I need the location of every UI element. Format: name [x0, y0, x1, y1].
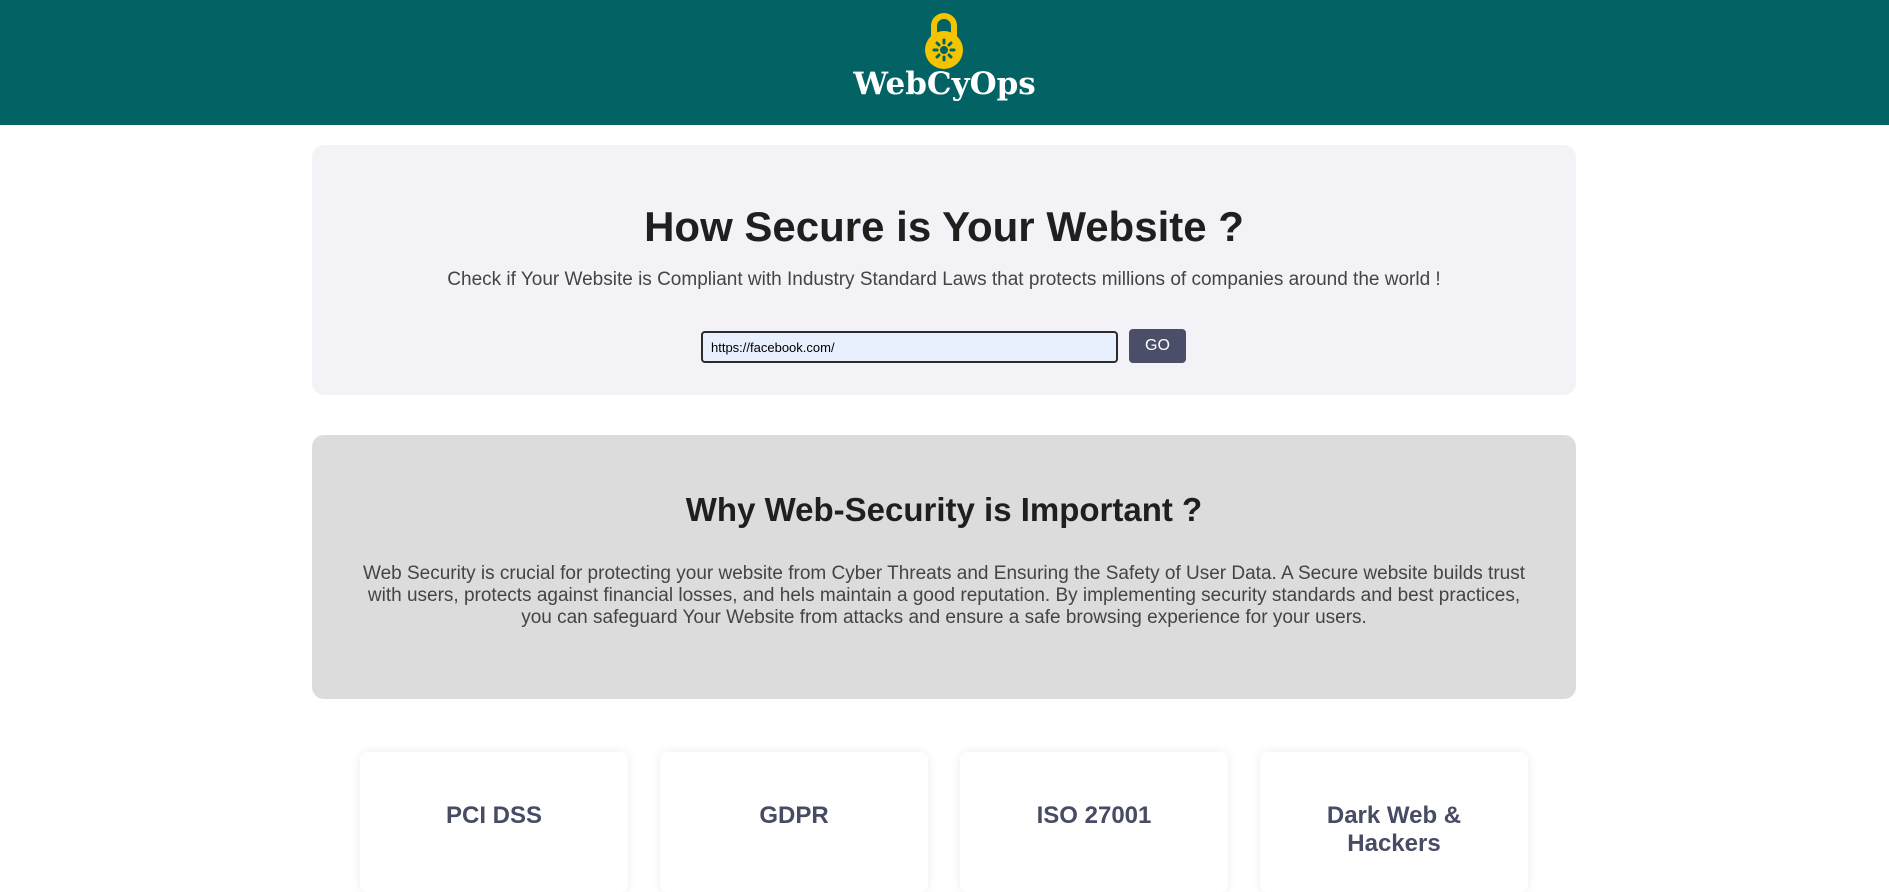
security-check-panel: How Secure is Your Website ? Check if Yo… [312, 145, 1576, 395]
card-gdpr[interactable]: GDPR [660, 752, 928, 892]
padlock-icon[interactable] [923, 12, 965, 70]
hero-subtitle: Check if Your Website is Compliant with … [447, 269, 1441, 290]
card-pci-dss[interactable]: PCI DSS [360, 752, 628, 892]
hero-title: How Secure is Your Website ? [644, 203, 1244, 250]
why-security-panel: Why Web-Security is Important ? Web Secu… [312, 435, 1576, 699]
why-body: Web Security is crucial for protecting y… [363, 563, 1525, 628]
standards-cards: PCI DSS GDPR ISO 27001 Dark Web & Hacker… [360, 752, 1530, 892]
brand-name[interactable]: WebCyOps [0, 66, 1889, 102]
card-dark-web-hackers[interactable]: Dark Web & Hackers [1260, 752, 1528, 892]
why-title: Why Web-Security is Important ? [685, 491, 1203, 528]
card-title: Dark Web & Hackers [1326, 802, 1462, 857]
go-button[interactable]: GO [1129, 329, 1186, 363]
url-input[interactable] [701, 331, 1118, 363]
card-title: ISO 27001 [1036, 802, 1152, 829]
card-title: GDPR [759, 802, 829, 829]
card-title: PCI DSS [445, 802, 543, 829]
card-iso-27001[interactable]: ISO 27001 [960, 752, 1228, 892]
site-header: WebCyOps [0, 0, 1889, 125]
